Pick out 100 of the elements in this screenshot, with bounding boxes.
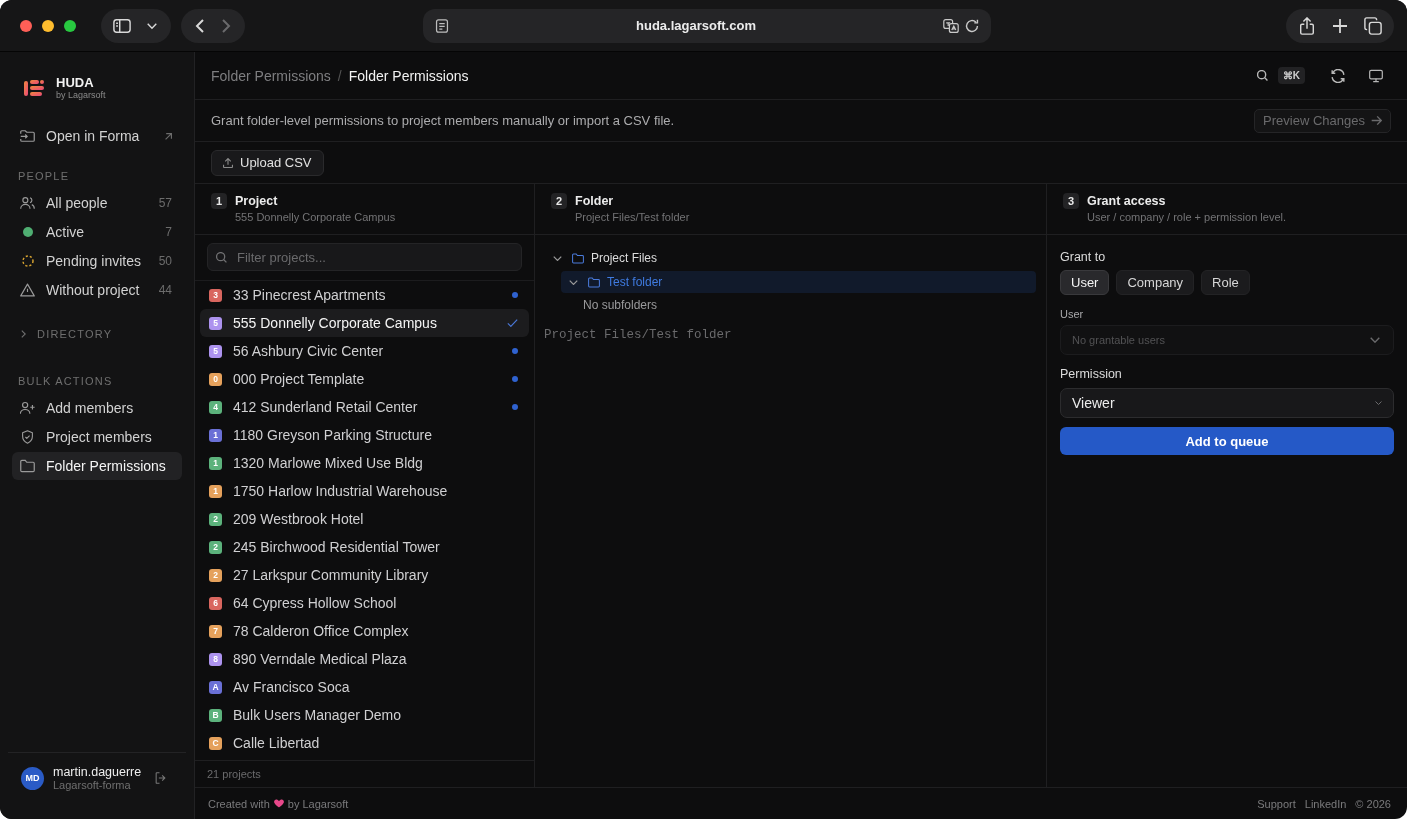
empty-folder-note: No subfolders xyxy=(582,297,659,312)
step-number: 2 xyxy=(551,193,567,209)
dashed-circle-icon xyxy=(22,255,34,267)
project-initial: 6 xyxy=(209,596,222,610)
tabs-icon xyxy=(1364,16,1382,35)
folder-tree-item[interactable]: Test folder xyxy=(561,271,1036,293)
project-initial: 8 xyxy=(209,652,222,666)
step-title: Project xyxy=(235,193,279,209)
sidebar-item[interactable]: Active 7 xyxy=(12,218,182,246)
project-item[interactable]: B Bulk Users Manager Demo xyxy=(200,701,529,729)
sidebar-item[interactable]: All people 57 xyxy=(12,189,182,217)
sidebar-item[interactable]: Add members xyxy=(12,394,182,422)
permission-select[interactable]: Viewer xyxy=(1060,388,1394,418)
breadcrumb-link[interactable]: Folder Permissions xyxy=(348,67,469,84)
project-initial: B xyxy=(209,708,222,722)
brand-name: HUDA xyxy=(56,75,95,90)
status-dot-icon xyxy=(23,227,33,237)
step-number: 1 xyxy=(211,193,227,209)
project-initial: 3 xyxy=(209,288,222,302)
footer-link[interactable]: Support xyxy=(1257,797,1296,810)
user-name: martin.daguerre xyxy=(53,765,143,779)
address-bar[interactable]: huda.lagarsoft.com xyxy=(423,8,991,43)
project-item[interactable]: 7 78 Calderon Office Complex xyxy=(200,617,529,645)
step-subtitle: 555 Donnelly Corporate Campus xyxy=(235,211,396,223)
chevron-right-icon xyxy=(219,18,233,33)
refresh-button[interactable] xyxy=(1329,66,1347,85)
project-initial: 2 xyxy=(209,568,222,582)
share-icon xyxy=(1298,16,1316,35)
project-item[interactable]: 0 000 Project Template xyxy=(200,365,529,393)
project-initial: 2 xyxy=(209,540,222,554)
chevron-down-icon xyxy=(1375,401,1382,405)
step-title: Grant access xyxy=(1087,193,1167,209)
project-item[interactable]: 5 555 Donnelly Corporate Campus xyxy=(200,309,529,337)
search-button[interactable] xyxy=(1254,68,1270,83)
upload-icon xyxy=(223,157,233,168)
project-item[interactable]: 1 1320 Marlowe Mixed Use Bldg xyxy=(200,449,529,477)
project-count: 21 projects xyxy=(207,768,261,780)
section-title[interactable]: DIRECTORY xyxy=(37,328,113,340)
filter-field[interactable]: Filter projects... xyxy=(207,243,522,271)
chevron-left-icon xyxy=(193,18,207,33)
open-in-forma-link[interactable]: Open in Forma xyxy=(12,122,182,150)
project-item[interactable]: C Calle Libertad xyxy=(200,729,529,757)
sidebar-item[interactable]: Without project 44 xyxy=(12,276,182,304)
sidebar-item[interactable]: Folder Permissions xyxy=(12,452,182,480)
user-organization: Lagarsoft-forma xyxy=(53,779,132,791)
minimize-window-button[interactable] xyxy=(42,19,54,32)
user-avatar: MD xyxy=(21,766,44,790)
project-item[interactable]: A Av Francisco Soca xyxy=(200,673,529,701)
chevron-down-icon[interactable] xyxy=(569,279,578,285)
sidebar-item[interactable]: Project members xyxy=(12,423,182,451)
project-item[interactable]: 2 209 Westbrook Hotel xyxy=(200,505,529,533)
footer-link[interactable]: LinkedIn xyxy=(1304,797,1347,810)
project-item[interactable]: 1 1180 Greyson Parking Structure xyxy=(200,421,529,449)
project-initial: 7 xyxy=(209,624,222,638)
project-item[interactable]: 2 245 Birchwood Residential Tower xyxy=(200,533,529,561)
shield-check-icon xyxy=(20,430,35,444)
project-initial: C xyxy=(209,736,222,750)
credit-text: Created with xyxy=(208,797,270,810)
grant-target-tab[interactable]: User xyxy=(1060,270,1110,295)
folder-arrow-icon xyxy=(20,129,35,143)
add-to-queue-button[interactable]: Add to queue xyxy=(1060,427,1394,455)
project-item[interactable]: 1 1750 Harlow Industrial Warehouse xyxy=(200,477,529,505)
sidebar-item[interactable]: Pending invites 50 xyxy=(12,247,182,275)
folder-tree-item[interactable]: Project Files xyxy=(545,247,1036,269)
arrow-right-icon xyxy=(1371,115,1382,126)
plus-icon xyxy=(1332,17,1348,34)
project-item[interactable]: 5 56 Ashbury Civic Center xyxy=(200,337,529,365)
section-title: BULK ACTIONS xyxy=(18,375,113,387)
project-initial: 4 xyxy=(209,400,222,414)
logout-icon[interactable] xyxy=(155,772,166,784)
section-title: PEOPLE xyxy=(18,170,70,182)
grant-target-tab[interactable]: Company xyxy=(1116,270,1195,295)
project-item[interactable]: 2 27 Larkspur Community Library xyxy=(200,561,529,589)
project-item[interactable]: 6 64 Cypress Hollow School xyxy=(200,589,529,617)
selected-folder-path: Project Files/Test folder xyxy=(544,328,732,342)
zoom-window-button[interactable] xyxy=(64,19,76,32)
search-icon xyxy=(1256,70,1268,81)
folder-icon xyxy=(572,252,584,264)
close-window-button[interactable] xyxy=(20,19,32,32)
translate-icon xyxy=(943,17,959,34)
project-initial: A xyxy=(209,680,222,694)
step-title: Folder xyxy=(575,193,615,209)
project-initial: 5 xyxy=(209,344,222,358)
project-initial: 1 xyxy=(209,484,222,498)
project-item[interactable]: 8 890 Verndale Medical Plaza xyxy=(200,645,529,673)
field-label: Grant to xyxy=(1060,249,1107,265)
user-plus-icon xyxy=(20,401,35,415)
chevron-right-icon[interactable] xyxy=(21,330,26,338)
upload-csv-button[interactable]: Upload CSV xyxy=(211,149,324,176)
folder-icon xyxy=(588,276,600,288)
chevron-down-icon[interactable] xyxy=(553,255,562,261)
project-item[interactable]: 3 33 Pinecrest Apartments xyxy=(200,281,529,309)
reload-icon[interactable] xyxy=(965,18,979,33)
sidebar-icon xyxy=(113,16,131,35)
breadcrumb-link[interactable]: Folder Permissions xyxy=(211,67,331,84)
project-item[interactable]: 4 412 Sunderland Retail Center xyxy=(200,393,529,421)
warning-icon xyxy=(20,283,35,297)
field-label: Permission xyxy=(1060,366,1123,382)
check-icon xyxy=(507,319,518,327)
grant-target-tab[interactable]: Role xyxy=(1201,270,1250,295)
